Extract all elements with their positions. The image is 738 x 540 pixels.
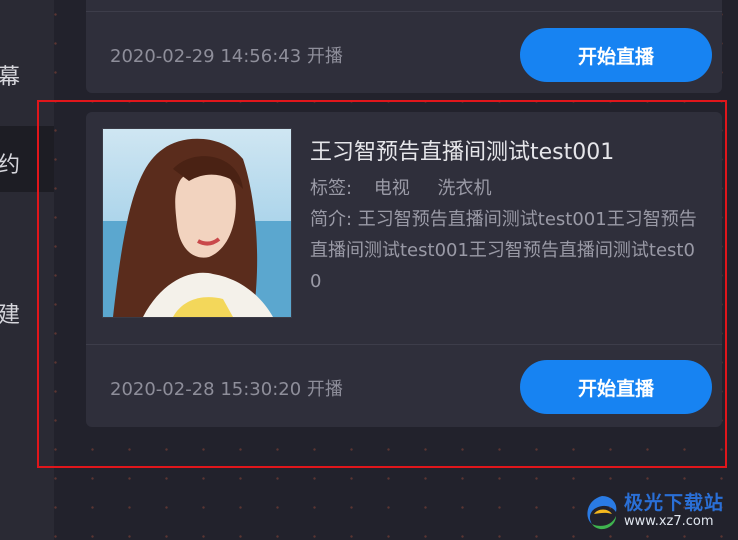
live-card: 王习智预告直播间测试test001 标签: 电视 洗衣机 简介: 王习智预告直播… xyxy=(86,112,722,427)
sidebar-item-3[interactable]: 建 xyxy=(0,276,54,342)
sidebar: 幕 约 建 xyxy=(0,0,54,540)
sidebar-item-1[interactable]: 幕 xyxy=(0,38,54,104)
card-divider xyxy=(86,11,722,12)
watermark: 极光下载站 www.xz7.com xyxy=(578,484,738,540)
cover-image-icon xyxy=(103,129,291,317)
start-time: 2020-02-29 14:56:43 开播 xyxy=(110,46,343,67)
live-description: 简介: 王习智预告直播间测试test001王习智预告直播间测试test001王习… xyxy=(310,209,697,292)
start-live-button[interactable]: 开始直播 xyxy=(520,360,712,414)
cover-thumbnail xyxy=(102,128,292,318)
sidebar-item-label: 约 xyxy=(0,153,21,178)
tag-row: 标签: 电视 洗衣机 xyxy=(310,174,514,200)
tag-item: 电视 xyxy=(373,178,410,199)
sidebar-item-2-active[interactable]: 约 xyxy=(0,126,54,192)
card-divider xyxy=(86,344,722,345)
start-time: 2020-02-28 15:30:20 开播 xyxy=(110,379,343,400)
live-card-previous: 2020-02-29 14:56:43 开播 开始直播 xyxy=(86,0,722,93)
tag-item: 洗衣机 xyxy=(437,178,492,199)
watermark-name: 极光下载站 xyxy=(624,492,725,514)
watermark-logo-icon xyxy=(587,496,617,530)
live-title: 王习智预告直播间测试test001 xyxy=(310,140,615,165)
sidebar-item-label: 幕 xyxy=(0,65,21,90)
watermark-url: www.xz7.com xyxy=(624,514,714,529)
tags-label: 标签: xyxy=(310,178,353,199)
sidebar-item-label: 建 xyxy=(0,303,21,328)
start-live-button[interactable]: 开始直播 xyxy=(520,28,712,82)
